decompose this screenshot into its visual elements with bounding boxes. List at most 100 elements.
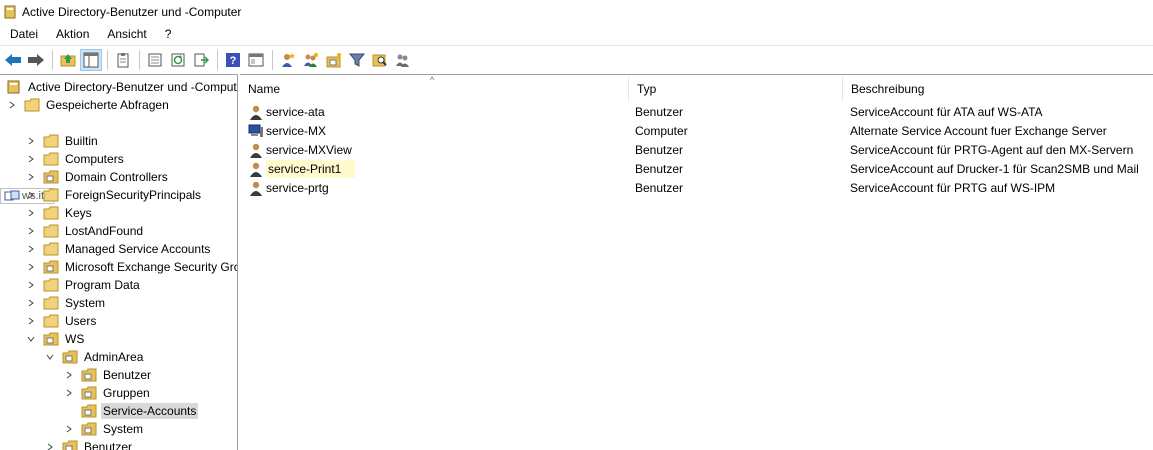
- column-headers: ^ Name Typ Beschreibung: [240, 75, 1153, 101]
- list-item[interactable]: service-ata Benutzer ServiceAccount für …: [240, 102, 1153, 121]
- show-tree-icon[interactable]: [80, 48, 102, 71]
- tree-item-service-accounts[interactable]: Service-Accounts: [63, 402, 199, 420]
- tree-item-admin-gruppen[interactable]: Gruppen: [63, 384, 152, 402]
- user-icon: [250, 181, 262, 196]
- tree-item-label: Gruppen: [103, 386, 150, 400]
- tree-item-admin-system[interactable]: System: [63, 420, 145, 438]
- folder-icon: [43, 188, 59, 202]
- menu-help[interactable]: ?: [155, 24, 180, 44]
- chevron-right-icon[interactable]: [63, 366, 75, 384]
- new-ou-icon[interactable]: [323, 49, 345, 71]
- tree-item-computers[interactable]: Computers: [25, 150, 126, 168]
- folder-icon: [43, 242, 59, 256]
- chevron-right-icon[interactable]: [25, 186, 37, 204]
- menu-ansicht[interactable]: Ansicht: [97, 24, 154, 44]
- ou-folder-icon: [62, 440, 78, 450]
- tree-item-label: LostAndFound: [65, 224, 144, 238]
- tree-item-label: Service-Accounts: [101, 403, 199, 419]
- new-user-icon[interactable]: [277, 49, 299, 71]
- column-header-description[interactable]: Beschreibung: [843, 77, 1153, 101]
- folder-icon: [43, 224, 59, 238]
- chevron-right-icon[interactable]: [63, 420, 75, 438]
- tree-item-program-data[interactable]: Program Data: [25, 276, 142, 294]
- clipboard-icon[interactable]: [112, 49, 134, 71]
- list-item[interactable]: service-MX Computer Alternate Service Ac…: [240, 121, 1153, 140]
- tree-item-exchange-security-groups[interactable]: Microsoft Exchange Security Groups: [25, 258, 237, 276]
- computer-icon: [248, 124, 263, 137]
- add-to-group-icon[interactable]: [392, 49, 414, 71]
- ou-folder-icon: [62, 350, 78, 364]
- chevron-right-icon[interactable]: [25, 312, 37, 330]
- properties-icon[interactable]: [144, 49, 166, 71]
- refresh-icon[interactable]: [167, 49, 189, 71]
- back-arrow-icon[interactable]: [2, 49, 24, 71]
- toolbar-separator: [52, 49, 53, 70]
- toolbar-separator: [139, 49, 140, 70]
- domain-icon: [4, 190, 20, 201]
- help-icon[interactable]: ?: [222, 49, 244, 71]
- tree-item-domain-controllers[interactable]: Domain Controllers: [25, 168, 170, 186]
- find-icon[interactable]: [369, 49, 391, 71]
- tree-item-admin-area[interactable]: AdminArea: [44, 348, 145, 366]
- folder-icon: [24, 98, 40, 112]
- item-description: ServiceAccount für ATA auf WS-ATA: [850, 104, 1043, 119]
- tree-item-lost-and-found[interactable]: LostAndFound: [25, 222, 145, 240]
- ou-folder-icon: [43, 332, 59, 346]
- folder-icon: [43, 134, 59, 148]
- menu-aktion[interactable]: Aktion: [46, 24, 97, 44]
- item-name: service-Print1: [266, 159, 356, 178]
- tree-item-label: Computers: [65, 152, 124, 166]
- list-item[interactable]: service-MXView Benutzer ServiceAccount f…: [240, 140, 1153, 159]
- tree-item-label: Program Data: [65, 278, 140, 292]
- item-type: Benutzer: [635, 180, 684, 195]
- item-description: ServiceAccount für PRTG auf WS-IPM: [850, 180, 1056, 195]
- chevron-right-icon[interactable]: [25, 204, 37, 222]
- chevron-right-icon[interactable]: [25, 240, 37, 258]
- tree-item-saved-queries[interactable]: Gespeicherte Abfragen: [6, 96, 171, 114]
- tree-root[interactable]: Active Directory-Benutzer und -Computer …: [2, 78, 237, 96]
- tree-item-ws[interactable]: WS: [25, 330, 86, 348]
- item-type: Benutzer: [635, 161, 684, 176]
- chevron-right-icon[interactable]: [63, 384, 75, 402]
- item-name: service-prtg: [266, 180, 329, 195]
- filter-icon[interactable]: [346, 49, 368, 71]
- forward-arrow-icon[interactable]: [25, 49, 47, 71]
- tree-item-ws-benutzer[interactable]: Benutzer: [44, 438, 134, 450]
- tree-item-system[interactable]: System: [25, 294, 107, 312]
- chevron-right-icon[interactable]: [25, 168, 37, 186]
- tree-item-admin-benutzer[interactable]: Benutzer: [63, 366, 153, 384]
- ad-root-icon: [7, 80, 20, 94]
- list-item[interactable]: service-Print1 Benutzer ServiceAccount a…: [240, 159, 1153, 178]
- column-header-name[interactable]: Name: [240, 77, 629, 101]
- chevron-right-icon[interactable]: [44, 438, 56, 450]
- chevron-down-icon[interactable]: [44, 348, 56, 366]
- tree-item-users[interactable]: Users: [25, 312, 98, 330]
- tree-item-foreign-security-principals[interactable]: ForeignSecurityPrincipals: [25, 186, 203, 204]
- tree-item-label: AdminArea: [84, 350, 144, 364]
- tree-item-keys[interactable]: Keys: [25, 204, 94, 222]
- list-item[interactable]: service-prtg Benutzer ServiceAccount für…: [240, 178, 1153, 197]
- menu-datei[interactable]: Datei: [0, 24, 46, 44]
- chevron-right-icon[interactable]: [25, 222, 37, 240]
- tree-item-builtin[interactable]: Builtin: [25, 132, 100, 150]
- chevron-right-icon[interactable]: [25, 258, 37, 276]
- name-cell: service-ata: [248, 102, 325, 121]
- chevron-down-icon[interactable]: [25, 330, 37, 348]
- column-header-type[interactable]: Typ: [629, 77, 843, 101]
- new-group-icon[interactable]: [300, 49, 322, 71]
- chevron-right-icon[interactable]: [25, 150, 37, 168]
- toolbar-separator: [107, 49, 108, 70]
- tree-item-label: Microsoft Exchange Security Groups: [65, 260, 237, 274]
- console-tree: Active Directory-Benutzer und -Computer …: [0, 74, 238, 450]
- chevron-right-icon[interactable]: [25, 132, 37, 150]
- console-icon[interactable]: [245, 49, 267, 71]
- export-list-icon[interactable]: [190, 49, 212, 71]
- chevron-right-icon[interactable]: [25, 276, 37, 294]
- tree-item-label: Domain Controllers: [65, 170, 168, 184]
- chevron-right-icon[interactable]: [25, 294, 37, 312]
- chevron-right-icon[interactable]: [6, 96, 18, 114]
- user-icon: [250, 105, 262, 120]
- folder-icon: [43, 152, 59, 166]
- tree-item-managed-service-accounts[interactable]: Managed Service Accounts: [25, 240, 212, 258]
- up-folder-icon[interactable]: [57, 49, 79, 71]
